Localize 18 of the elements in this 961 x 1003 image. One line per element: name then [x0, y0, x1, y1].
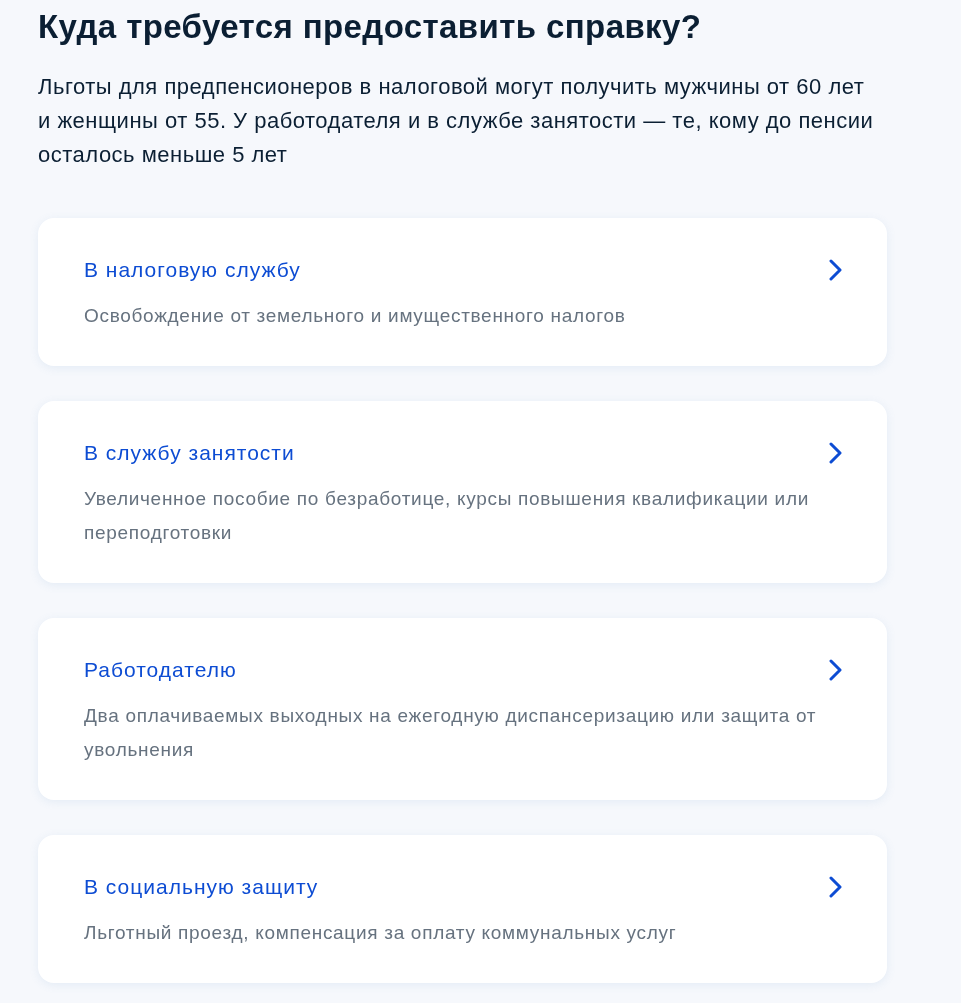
card-title: Работодателю	[84, 657, 237, 683]
card-title: В службу занятости	[84, 440, 295, 466]
card-description: Льготный проезд, компенсация за оплату коммунальных услуг	[84, 921, 678, 945]
chevron-right-icon	[829, 659, 842, 681]
card-title: В налоговую службу	[84, 257, 301, 283]
chevron-right-icon	[829, 442, 842, 464]
card-title: В социальную защиту	[84, 874, 319, 900]
destination-link-card[interactable]: В службу занятости Увеличенное пособие по безработице, курсы повышения квалификации или переподготовки	[38, 401, 887, 583]
destination-link-card[interactable]: В социальную защиту Льготный проезд, компенсация за оплату коммунальных услуг	[38, 835, 887, 983]
destination-link-card[interactable]: В налоговую службу Освобождение от земельного и имущественного налогов	[38, 218, 887, 366]
intro-paragraph: Льготы для предпенсионеров в налоговой могут получить мужчины от 60 лет и женщины от 55. У работодателя и в службе занятости — те, кому до пенсии осталось меньше 5 лет	[38, 73, 875, 169]
card-description: Два оплачиваемых выходных на ежегодную диспансеризацию или защита от увольнения	[84, 704, 818, 762]
card-description: Увеличенное пособие по безработице, курсы повышения квалификации или переподготовки	[84, 487, 810, 545]
chevron-right-icon	[829, 876, 842, 898]
card-description: Освобождение от земельного и имущественного налогов	[84, 304, 627, 328]
page-heading: Куда требуется предоставить справку?	[38, 7, 703, 47]
chevron-right-icon	[829, 259, 842, 281]
destination-link-card[interactable]: Работодателю Два оплачиваемых выходных на ежегодную диспансеризацию или защита от увольнения	[38, 618, 887, 800]
